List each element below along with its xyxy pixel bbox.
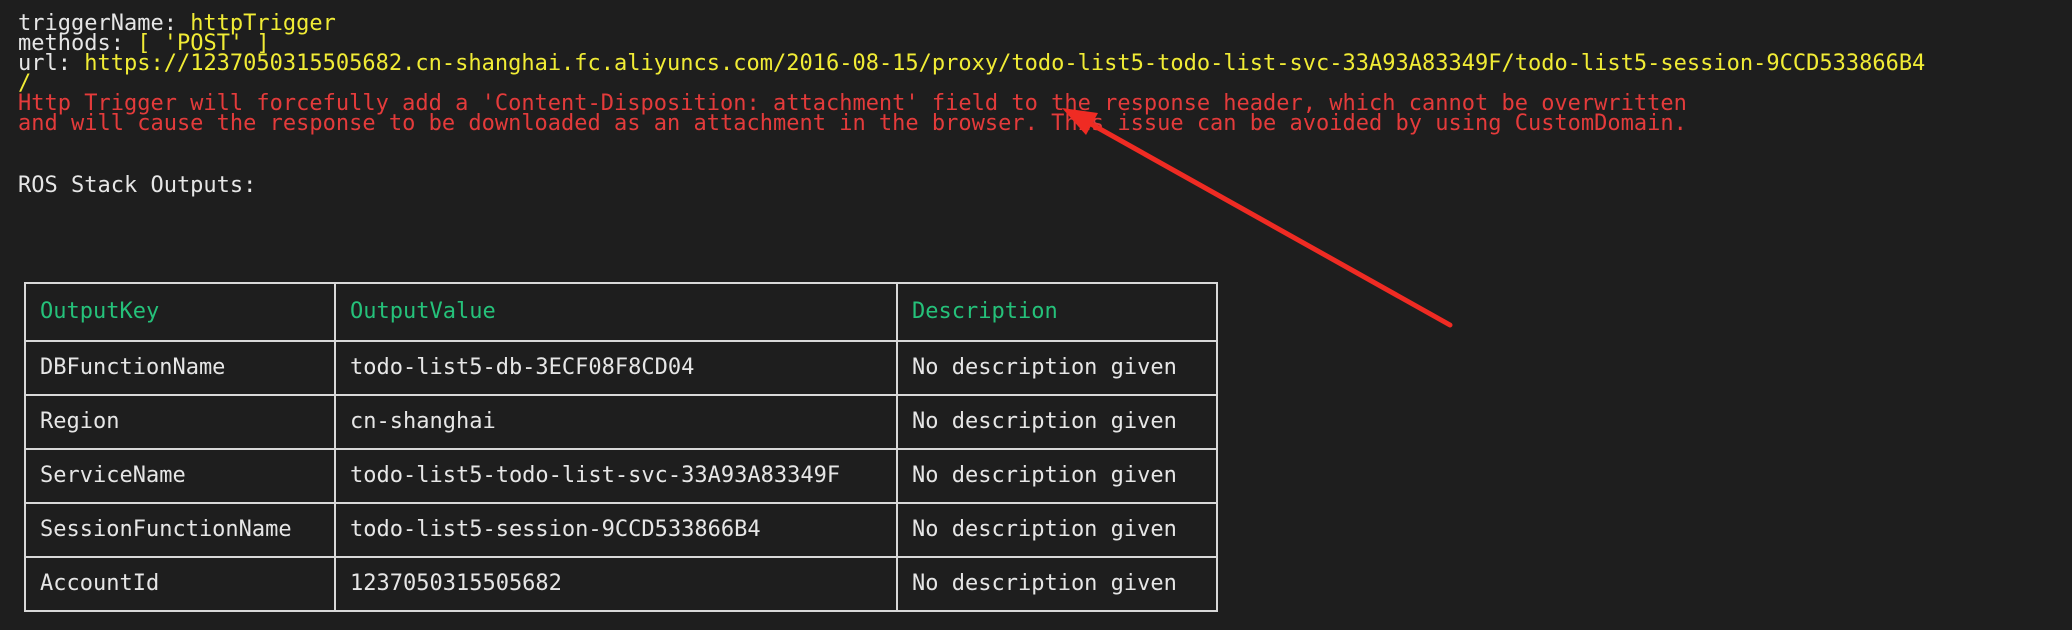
- ros-heading: ROS Stack Outputs:: [18, 173, 257, 198]
- cell-output-key: SessionFunctionName: [24, 502, 336, 558]
- cell-description: No description given: [896, 502, 1218, 558]
- cell-description: No description given: [896, 448, 1218, 504]
- cell-output-key: ServiceName: [24, 448, 336, 504]
- cell-output-value: todo-list5-todo-list-svc-33A93A83349F: [334, 448, 898, 504]
- table-row: SessionFunctionName todo-list5-session-9…: [24, 502, 1218, 558]
- warning-line-2: and will cause the response to be downlo…: [18, 111, 1687, 136]
- table-row: DBFunctionName todo-list5-db-3ECF08F8CD0…: [24, 340, 1218, 396]
- cell-description: No description given: [896, 394, 1218, 450]
- header-output-value: OutputValue: [334, 282, 898, 342]
- url-value[interactable]: https://1237050315505682.cn-shanghai.fc.…: [84, 51, 1925, 76]
- table-row: Region cn-shanghai No description given: [24, 394, 1218, 450]
- cell-output-value: todo-list5-db-3ECF08F8CD04: [334, 340, 898, 396]
- outputs-table: OutputKey OutputValue Description DBFunc…: [24, 282, 1218, 612]
- cell-description: No description given: [896, 340, 1218, 396]
- url-line: url: https://1237050315505682.cn-shangha…: [18, 51, 2058, 76]
- header-description: Description: [896, 282, 1218, 342]
- terminal-output: triggerName: httpTrigger methods: [ 'POS…: [18, 13, 2058, 198]
- cell-output-value: cn-shanghai: [334, 394, 898, 450]
- cell-output-key: DBFunctionName: [24, 340, 336, 396]
- cell-output-key: Region: [24, 394, 336, 450]
- cell-description: No description given: [896, 556, 1218, 612]
- cell-output-key: AccountId: [24, 556, 336, 612]
- table-row: AccountId 1237050315505682 No descriptio…: [24, 556, 1218, 612]
- table-header-row: OutputKey OutputValue Description: [24, 282, 1218, 342]
- header-output-key: OutputKey: [24, 282, 336, 342]
- table-row: ServiceName todo-list5-todo-list-svc-33A…: [24, 448, 1218, 504]
- cell-output-value: 1237050315505682: [334, 556, 898, 612]
- trigger-name-line: triggerName: httpTrigger: [18, 13, 2058, 35]
- cell-output-value: todo-list5-session-9CCD533866B4: [334, 502, 898, 558]
